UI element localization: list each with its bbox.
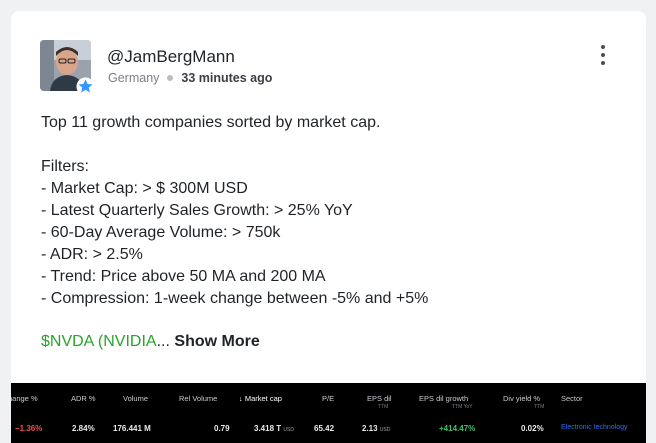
header-market-cap-label: Market cap [244, 394, 282, 403]
header-div-yield-sub: TTM [534, 404, 545, 410]
header-eps-growth[interactable]: EPS dil growth [419, 394, 468, 403]
cell-market-cap-unit: USD [283, 427, 294, 433]
cell-volume: 176.441 M [113, 424, 151, 433]
avatar[interactable] [40, 40, 95, 96]
post-card: @JamBergMann Germany 33 minutes ago Top … [11, 11, 646, 443]
cell-pe: 65.42 [314, 424, 335, 433]
header-volume[interactable]: Volume [123, 394, 148, 403]
post-body: Top 11 growth companies sorted by market… [41, 114, 429, 307]
more-vertical-icon[interactable] [596, 45, 610, 65]
header-eps-dil[interactable]: EPS dil [367, 394, 392, 403]
header-change-pct[interactable]: hange % [11, 394, 38, 403]
separator-dot [167, 75, 174, 81]
header-adr-pct[interactable]: ADR % [71, 394, 96, 403]
cell-rel-volume: 0.79 [214, 424, 230, 433]
arrow-down-icon: ↓ [239, 394, 243, 403]
cell-change-pct: −1.36% [15, 424, 43, 433]
header-rel-volume[interactable]: Rel Volume [179, 394, 217, 403]
header-market-cap[interactable]: ↓ Market cap [239, 394, 282, 403]
header-div-yield[interactable]: Div yield % [503, 394, 540, 403]
cell-div-yield: 0.02% [521, 424, 544, 433]
cell-sector-link[interactable]: Electronic technology [561, 424, 628, 431]
cell-market-cap-value: 3.418 T [254, 424, 282, 433]
cell-eps-dil-value: 2.13 [362, 424, 378, 433]
cell-eps-growth: +414.47% [439, 424, 476, 433]
ticker-link[interactable]: $NVDA (NVIDIA [41, 333, 157, 350]
header-eps-dil-sub: TTM [378, 404, 389, 410]
show-more-button[interactable]: Show More [174, 333, 259, 350]
post-footer: $NVDA (NVIDIA... Show More [41, 331, 260, 353]
star-badge-icon [76, 77, 95, 96]
ellipsis: ... [156, 333, 170, 350]
timestamp[interactable]: 33 minutes ago [181, 71, 272, 85]
post-meta: Germany 33 minutes ago [108, 71, 272, 85]
username-link[interactable]: @JamBergMann [107, 47, 235, 67]
header-sector[interactable]: Sector [561, 394, 583, 403]
cell-eps-dil-unit: USD [379, 427, 391, 433]
header-eps-growth-sub: TTM YoY [452, 404, 473, 410]
cell-market-cap: 3.418 T USD [254, 424, 294, 433]
header-pe[interactable]: P/E [322, 394, 334, 403]
cell-adr-pct: 2.84% [72, 424, 95, 433]
screener-table: hange % ADR % Volume Rel Volume ↓ Market… [11, 383, 646, 443]
location-label: Germany [108, 71, 160, 85]
cell-eps-dil: 2.13 USD [362, 424, 390, 433]
